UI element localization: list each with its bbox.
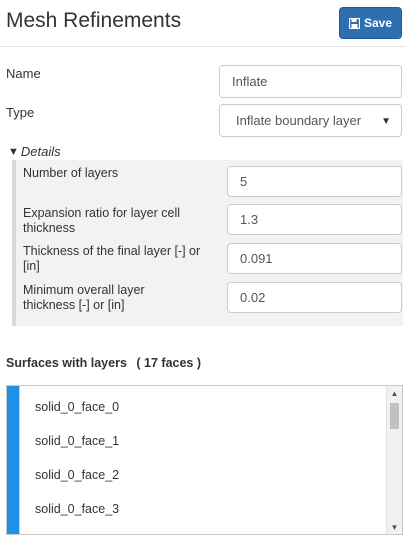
surfaces-count: ( 17 faces ): [136, 356, 202, 370]
list-item[interactable]: solid_0_face_3: [20, 492, 390, 526]
type-label: Type: [6, 105, 35, 120]
name-input-value: Inflate: [232, 74, 268, 89]
caret-down-icon: ▼: [381, 116, 391, 127]
page-header: Mesh Refinements Save: [0, 0, 406, 47]
layers-input-value: 5: [240, 174, 248, 189]
save-button-label: Save: [363, 16, 393, 30]
name-input[interactable]: Inflate: [219, 65, 402, 98]
name-label: Name: [6, 66, 41, 81]
min-thickness-input[interactable]: 0.02: [227, 282, 402, 313]
page-title: Mesh Refinements: [6, 9, 182, 32]
min-thickness-label: Minimum overall layer thickness [-] or […: [23, 283, 145, 312]
details-toggle[interactable]: ▼ Details: [8, 144, 61, 159]
list-item[interactable]: solid_0_face_2: [20, 458, 390, 492]
layers-input[interactable]: 5: [227, 166, 402, 197]
expansion-ratio-label: Expansion ratio for layer cell thickness: [23, 206, 181, 235]
details-heading: Details: [20, 144, 61, 159]
expansion-ratio-input[interactable]: 1.3: [227, 204, 402, 235]
triangle-down-icon: ▼: [8, 145, 19, 158]
surfaces-list[interactable]: solid_0_face_0 solid_0_face_1 solid_0_fa…: [6, 385, 403, 535]
scroll-up-arrow-icon[interactable]: ▲: [387, 386, 402, 400]
surfaces-list-items: solid_0_face_0 solid_0_face_1 solid_0_fa…: [19, 386, 390, 534]
save-button[interactable]: Save: [339, 7, 402, 39]
list-item[interactable]: solid_0_face_0: [20, 390, 390, 424]
type-select-value: Inflate boundary layer: [236, 113, 362, 128]
scroll-down-arrow-icon[interactable]: ▼: [387, 520, 402, 534]
expansion-ratio-input-value: 1.3: [240, 212, 259, 227]
final-layer-thickness-input[interactable]: 0.091: [227, 243, 402, 274]
surfaces-title: Surfaces with layers: [6, 356, 127, 370]
type-select[interactable]: Inflate boundary layer ▼: [219, 104, 402, 137]
final-layer-thickness-input-value: 0.091: [240, 251, 273, 266]
floppy-disk-icon: [348, 17, 360, 29]
details-panel: Number of layers 5 Expansion ratio for l…: [12, 160, 403, 326]
list-scrollbar[interactable]: ▲ ▼: [386, 386, 402, 534]
final-layer-thickness-label: Thickness of the final layer [-] or [in]: [23, 244, 201, 273]
layers-label: Number of layers: [23, 166, 119, 180]
list-accent-bar: [7, 386, 19, 534]
list-item[interactable]: solid_0_face_4: [20, 526, 390, 534]
list-item[interactable]: solid_0_face_1: [20, 424, 390, 458]
surfaces-heading: Surfaces with layers ( 17 faces ): [6, 356, 201, 370]
min-thickness-input-value: 0.02: [240, 290, 266, 305]
scroll-thumb[interactable]: [390, 403, 399, 429]
